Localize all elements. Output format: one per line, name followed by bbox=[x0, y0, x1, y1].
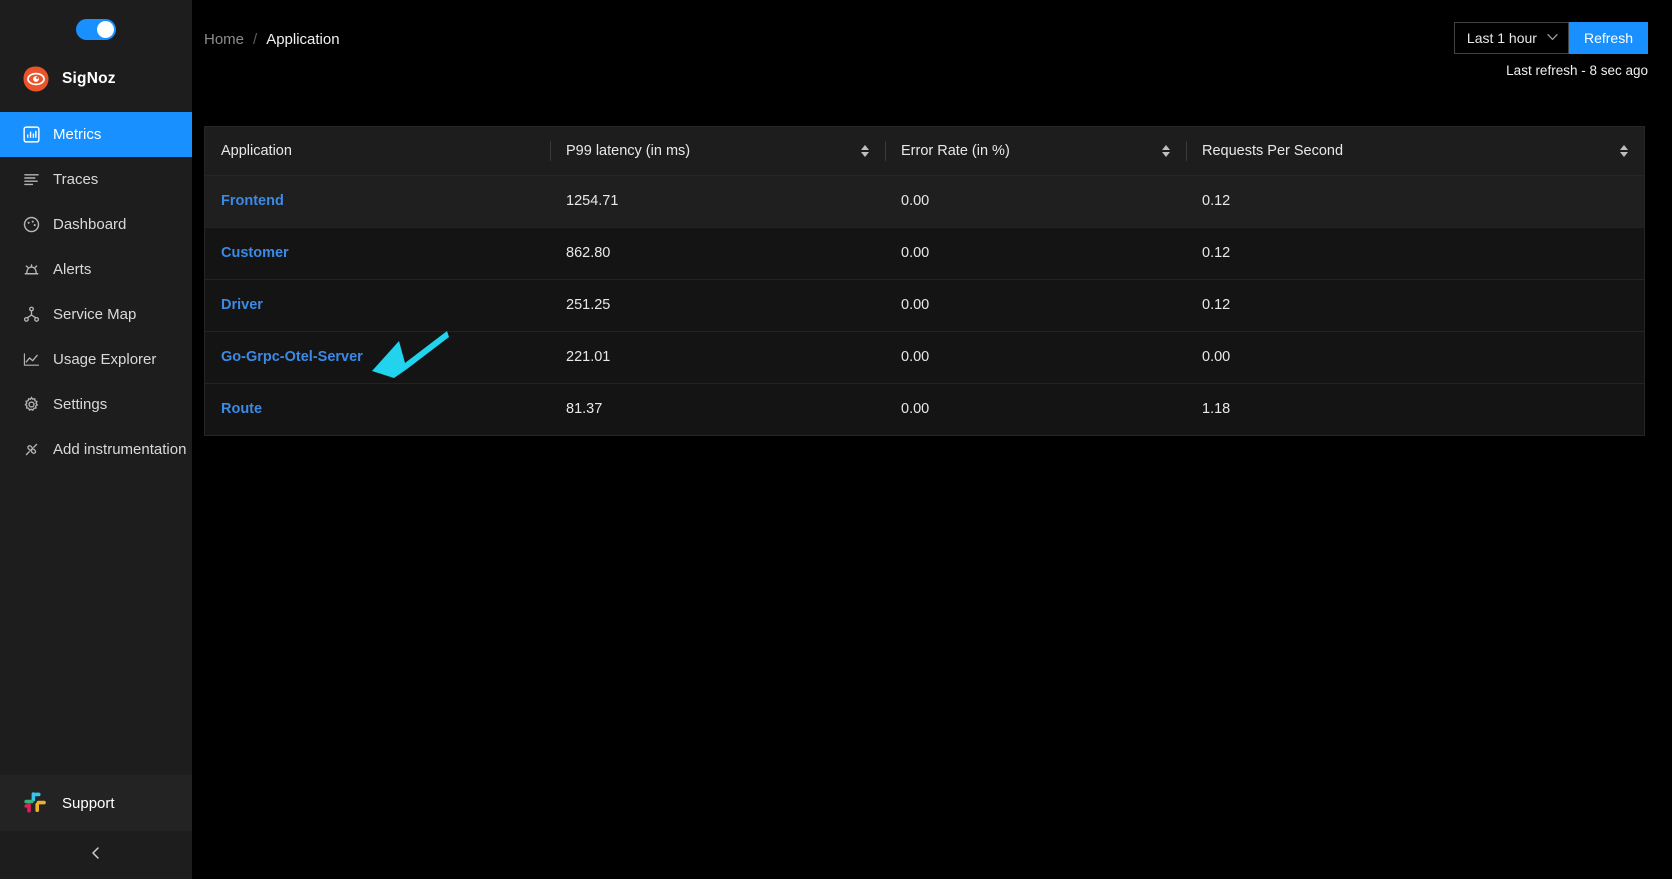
sort-toggle-icon[interactable] bbox=[861, 144, 869, 157]
cell-p99-latency: 81.37 bbox=[550, 383, 885, 435]
sidebar-item-label: Add instrumentation bbox=[53, 441, 187, 458]
cell-error-rate: 0.00 bbox=[885, 383, 1186, 435]
bar-chart-icon bbox=[22, 126, 40, 144]
time-range-value: Last 1 hour bbox=[1466, 30, 1537, 46]
sidebar-item-traces[interactable]: Traces bbox=[0, 157, 192, 202]
cell-error-rate: 0.00 bbox=[885, 331, 1186, 384]
signoz-application-page: SigNoz Metrics Traces Dashboard Alerts S… bbox=[0, 0, 1672, 879]
cell-requests-per-second: 1.18 bbox=[1186, 383, 1644, 435]
sidebar-nav: Metrics Traces Dashboard Alerts Service … bbox=[0, 112, 192, 472]
sidebar-item-label: Alerts bbox=[53, 261, 92, 278]
column-header-requests-per-second[interactable]: Requests Per Second bbox=[1186, 127, 1644, 176]
cell-application: Frontend bbox=[205, 175, 550, 228]
chevron-left-icon bbox=[88, 845, 104, 866]
cell-application: Driver bbox=[205, 279, 550, 332]
sidebar: SigNoz Metrics Traces Dashboard Alerts S… bbox=[0, 0, 192, 879]
sidebar-item-label: Metrics bbox=[53, 126, 102, 143]
cell-error-rate: 0.00 bbox=[885, 227, 1186, 280]
cell-application: Route bbox=[205, 383, 550, 435]
sidebar-collapse-button[interactable] bbox=[0, 831, 192, 879]
sidebar-item-usage-explorer[interactable]: Usage Explorer bbox=[0, 337, 192, 382]
support-label: Support bbox=[62, 794, 115, 812]
table-row[interactable]: Frontend 1254.71 0.00 0.12 bbox=[205, 175, 1644, 228]
sidebar-item-add-instrumentation[interactable]: Add instrumentation bbox=[0, 427, 192, 472]
applications-table: Application P99 latency (in ms) Error Ra… bbox=[205, 127, 1644, 435]
slack-icon bbox=[22, 790, 48, 816]
cell-p99-latency: 1254.71 bbox=[550, 175, 885, 228]
top-bar: Home / Application Last 1 hour Refresh L… bbox=[192, 0, 1672, 84]
breadcrumb-home[interactable]: Home bbox=[204, 31, 244, 48]
time-controls: Last 1 hour Refresh bbox=[1453, 22, 1648, 54]
sidebar-item-metrics[interactable]: Metrics bbox=[0, 112, 192, 157]
sidebar-item-label: Usage Explorer bbox=[53, 351, 157, 368]
sidebar-item-alerts[interactable]: Alerts bbox=[0, 247, 192, 292]
cell-error-rate: 0.00 bbox=[885, 279, 1186, 332]
sort-toggle-icon[interactable] bbox=[1162, 144, 1170, 157]
column-header-application[interactable]: Application bbox=[205, 127, 550, 176]
sort-toggle-icon[interactable] bbox=[1620, 144, 1628, 157]
column-label: Requests Per Second bbox=[1202, 142, 1344, 159]
cell-application: Go-Grpc-Otel-Server bbox=[205, 331, 550, 384]
cell-requests-per-second: 0.12 bbox=[1186, 279, 1644, 332]
cell-application: Customer bbox=[205, 227, 550, 280]
cell-error-rate: 0.00 bbox=[885, 175, 1186, 228]
table-row[interactable]: Driver 251.25 0.00 0.12 bbox=[205, 279, 1644, 332]
sidebar-item-label: Traces bbox=[53, 171, 99, 188]
dark-mode-toggle[interactable] bbox=[76, 18, 116, 40]
cell-requests-per-second: 0.00 bbox=[1186, 331, 1644, 384]
theme-toggle-container bbox=[0, 0, 192, 58]
refresh-button[interactable]: Refresh bbox=[1568, 22, 1648, 54]
application-link[interactable]: Frontend bbox=[221, 193, 284, 209]
line-chart-icon bbox=[22, 351, 40, 369]
breadcrumb: Home / Application bbox=[204, 31, 340, 48]
column-label: Error Rate (in %) bbox=[901, 142, 1010, 159]
table-row[interactable]: Customer 862.80 0.00 0.12 bbox=[205, 227, 1644, 280]
main-content: Home / Application Last 1 hour Refresh L… bbox=[192, 0, 1672, 879]
sidebar-item-dashboard[interactable]: Dashboard bbox=[0, 202, 192, 247]
list-lines-icon bbox=[22, 171, 40, 189]
column-label: Application bbox=[221, 142, 292, 159]
refresh-button-label: Refresh bbox=[1583, 30, 1633, 46]
breadcrumb-separator: / bbox=[253, 31, 258, 48]
sidebar-item-settings[interactable]: Settings bbox=[0, 382, 192, 427]
cell-requests-per-second: 0.12 bbox=[1186, 227, 1644, 280]
column-header-p99-latency[interactable]: P99 latency (in ms) bbox=[550, 127, 885, 176]
sidebar-item-support[interactable]: Support bbox=[0, 775, 192, 831]
signoz-logo-icon bbox=[22, 65, 50, 93]
application-link[interactable]: Customer bbox=[221, 245, 289, 261]
plug-connect-icon bbox=[22, 441, 40, 459]
application-link[interactable]: Go-Grpc-Otel-Server bbox=[221, 349, 363, 365]
sidebar-item-label: Settings bbox=[53, 396, 108, 413]
cell-p99-latency: 251.25 bbox=[550, 279, 885, 332]
cell-requests-per-second: 0.12 bbox=[1186, 175, 1644, 228]
top-right-controls: Last 1 hour Refresh Last refresh - 8 sec… bbox=[1453, 22, 1648, 78]
applications-table-container: Application P99 latency (in ms) Error Ra… bbox=[204, 126, 1645, 436]
brand-label: SigNoz bbox=[62, 70, 116, 87]
application-link[interactable]: Route bbox=[221, 401, 262, 417]
time-range-select[interactable]: Last 1 hour bbox=[1453, 22, 1569, 54]
column-header-error-rate[interactable]: Error Rate (in %) bbox=[885, 127, 1186, 176]
node-graph-icon bbox=[22, 306, 40, 324]
table-header: Application P99 latency (in ms) Error Ra… bbox=[205, 127, 1644, 176]
sidebar-item-label: Dashboard bbox=[53, 216, 127, 233]
alarm-bell-icon bbox=[22, 261, 40, 279]
cell-p99-latency: 862.80 bbox=[550, 227, 885, 280]
table-header-row: Application P99 latency (in ms) Error Ra… bbox=[205, 127, 1644, 176]
application-link[interactable]: Driver bbox=[221, 297, 263, 313]
cell-p99-latency: 221.01 bbox=[550, 331, 885, 384]
breadcrumb-current: Application bbox=[266, 31, 340, 48]
table-row[interactable]: Go-Grpc-Otel-Server 221.01 0.00 0.00 bbox=[205, 331, 1644, 384]
gear-icon bbox=[22, 396, 40, 414]
sidebar-item-label: Service Map bbox=[53, 306, 137, 323]
column-label: P99 latency (in ms) bbox=[566, 142, 691, 159]
chevron-down-icon bbox=[1547, 33, 1558, 44]
table-row[interactable]: Route 81.37 0.00 1.18 bbox=[205, 383, 1644, 435]
last-refresh-status: Last refresh - 8 sec ago bbox=[1506, 63, 1648, 78]
toggle-knob bbox=[97, 20, 114, 38]
dashboard-gauge-icon bbox=[22, 216, 40, 234]
brand[interactable]: SigNoz bbox=[0, 58, 192, 100]
table-body: Frontend 1254.71 0.00 0.12 Customer 862.… bbox=[205, 175, 1644, 435]
sidebar-item-service-map[interactable]: Service Map bbox=[0, 292, 192, 337]
